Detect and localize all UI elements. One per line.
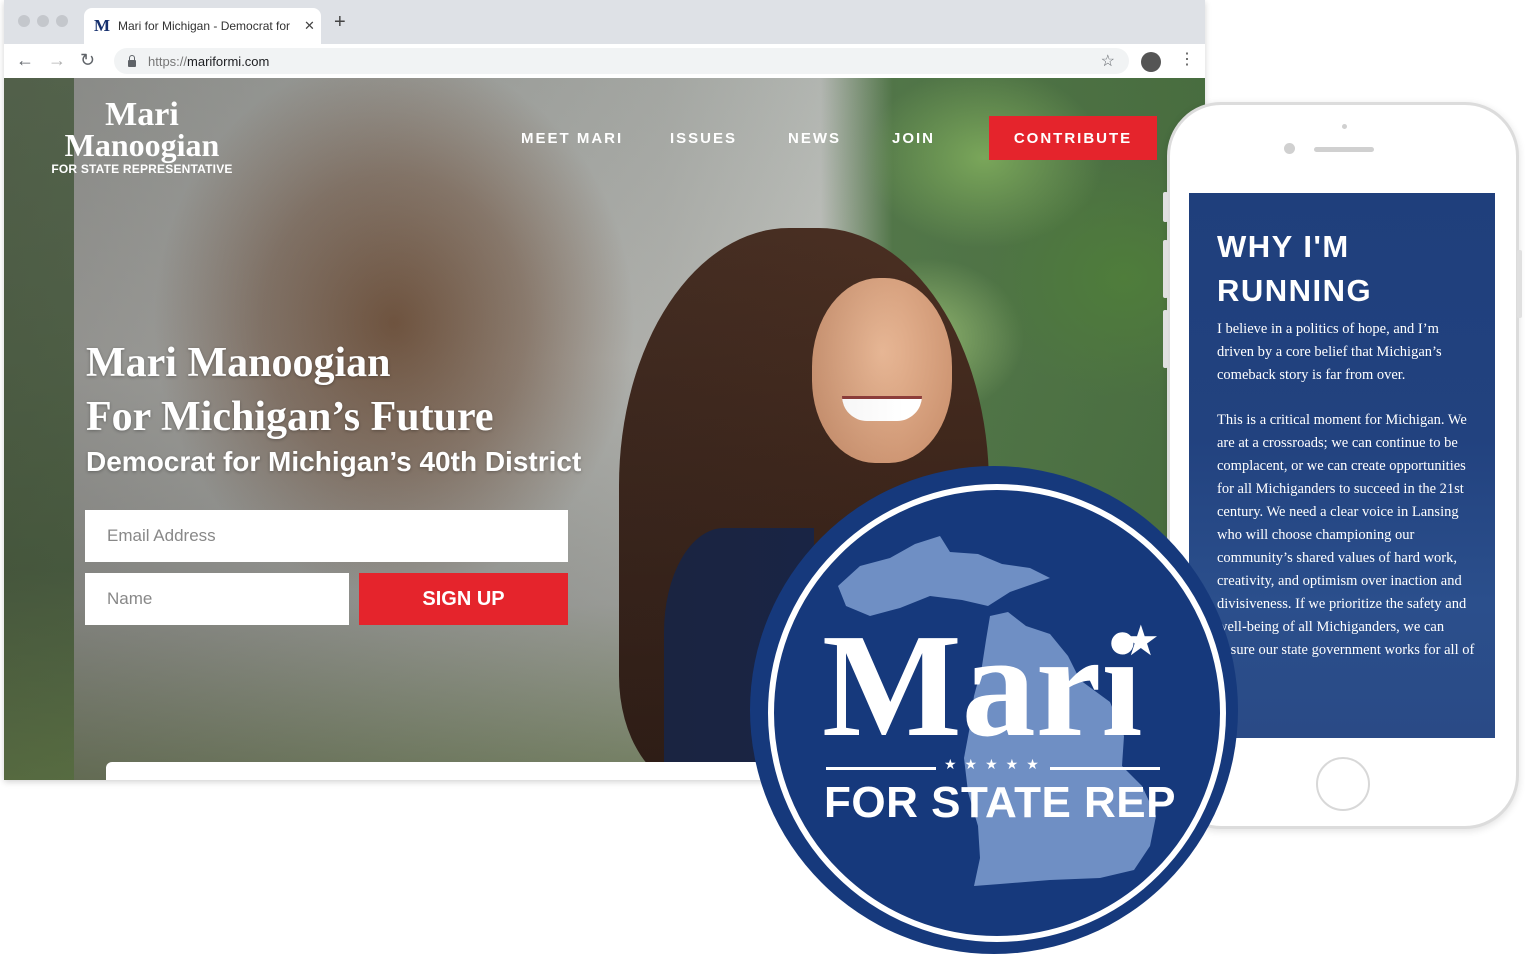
- window-minimize-dot[interactable]: [37, 15, 49, 27]
- hero-title: Mari Manoogian For Michigan’s Future: [86, 336, 494, 444]
- browser-toolbar: ← → ↻ https://mariformi.com ☆ ⋮: [4, 44, 1205, 79]
- reload-icon[interactable]: ↻: [80, 50, 95, 71]
- hero-subtitle: Democrat for Michigan’s 40th District: [86, 446, 582, 477]
- phone-power-button: [1517, 250, 1522, 318]
- badge-star-icon: ★: [1122, 617, 1160, 664]
- phone-home-button[interactable]: [1316, 757, 1370, 811]
- close-tab-icon[interactable]: ✕: [304, 18, 315, 34]
- url-host: mariformi.com: [187, 53, 270, 69]
- contribute-button[interactable]: CONTRIBUTE: [989, 116, 1157, 160]
- phone-speaker: [1314, 147, 1374, 152]
- campaign-badge: Mari ★ ★★★★★ FOR STATE REP: [750, 466, 1238, 954]
- logo-subtitle: FOR STATE REPRESENTATIVE: [51, 162, 233, 176]
- name-field[interactable]: Name: [85, 573, 349, 625]
- email-field[interactable]: Email Address: [85, 510, 568, 562]
- sign-up-button[interactable]: SIGN UP: [359, 573, 568, 625]
- url-text: https://mariformi.com: [148, 54, 269, 69]
- badge-divider-left: [826, 767, 936, 770]
- nav-meet-mari[interactable]: MEET MARI: [521, 130, 623, 147]
- profile-avatar[interactable]: [1141, 52, 1161, 72]
- phone-volume-up: [1163, 240, 1168, 298]
- nav-join[interactable]: JOIN: [892, 130, 935, 147]
- hero-title-line2: For Michigan’s Future: [86, 394, 494, 440]
- logo-first-name: Mari: [105, 96, 179, 133]
- badge-tagline: FOR STATE REP: [824, 778, 1176, 827]
- window-close-dot[interactable]: [18, 15, 30, 27]
- browser-tab[interactable]: M Mari for Michigan - Democrat for ✕: [84, 8, 321, 44]
- nav-issues[interactable]: ISSUES: [670, 130, 737, 147]
- lock-icon: [128, 54, 136, 67]
- phone-sensor: [1342, 124, 1347, 129]
- new-tab-icon[interactable]: +: [334, 11, 346, 34]
- url-protocol: https://: [148, 53, 188, 69]
- browser-menu-icon[interactable]: ⋮: [1179, 49, 1195, 69]
- phone-camera: [1284, 143, 1295, 154]
- tab-bar: M Mari for Michigan - Democrat for ✕ +: [4, 0, 1205, 44]
- window-maximize-dot[interactable]: [56, 15, 68, 27]
- tab-title: Mari for Michigan - Democrat for: [118, 19, 291, 33]
- why-running-heading: WHY I'M RUNNING: [1217, 229, 1373, 308]
- badge-divider-right: [1050, 767, 1160, 770]
- content-card-edge: [106, 762, 806, 780]
- phone-volume-down: [1163, 310, 1168, 368]
- why-running-paragraph-1: I believe in a politics of hope, and I’m…: [1217, 321, 1442, 383]
- why-running-paragraph-2: This is a critical moment for Michigan. …: [1217, 412, 1475, 681]
- site-logo[interactable]: Mari Manoogian FOR STATE REPRESENTATIVE: [50, 96, 234, 177]
- back-icon[interactable]: ←: [16, 50, 34, 71]
- nav-news[interactable]: NEWS: [788, 130, 841, 147]
- badge-stars: ★★★★★: [944, 756, 1047, 772]
- badge-name: Mari: [822, 604, 1143, 768]
- favicon-icon: M: [94, 16, 111, 35]
- logo-last-name: Manoogian: [64, 127, 220, 163]
- address-bar[interactable]: https://mariformi.com ☆: [114, 48, 1129, 74]
- forward-icon[interactable]: →: [48, 50, 66, 71]
- bookmark-star-icon[interactable]: ☆: [1101, 51, 1115, 71]
- phone-mute-switch: [1163, 192, 1168, 222]
- hero-title-line1: Mari Manoogian: [86, 340, 391, 386]
